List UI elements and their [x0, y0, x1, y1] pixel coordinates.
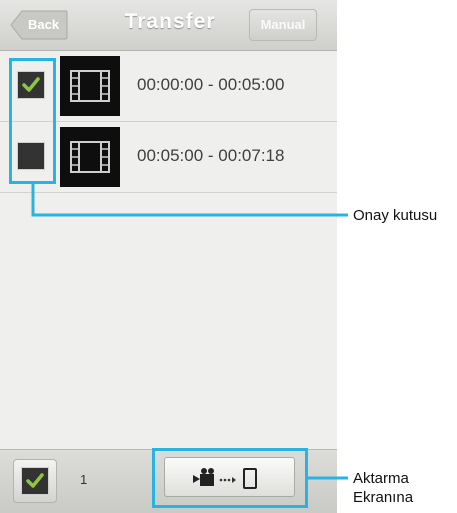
transfer-annotation: Aktarma Ekranına: [353, 470, 414, 506]
checkbox-annotation: Onay kutusu: [353, 207, 438, 224]
callout-lines: [31, 184, 348, 480]
